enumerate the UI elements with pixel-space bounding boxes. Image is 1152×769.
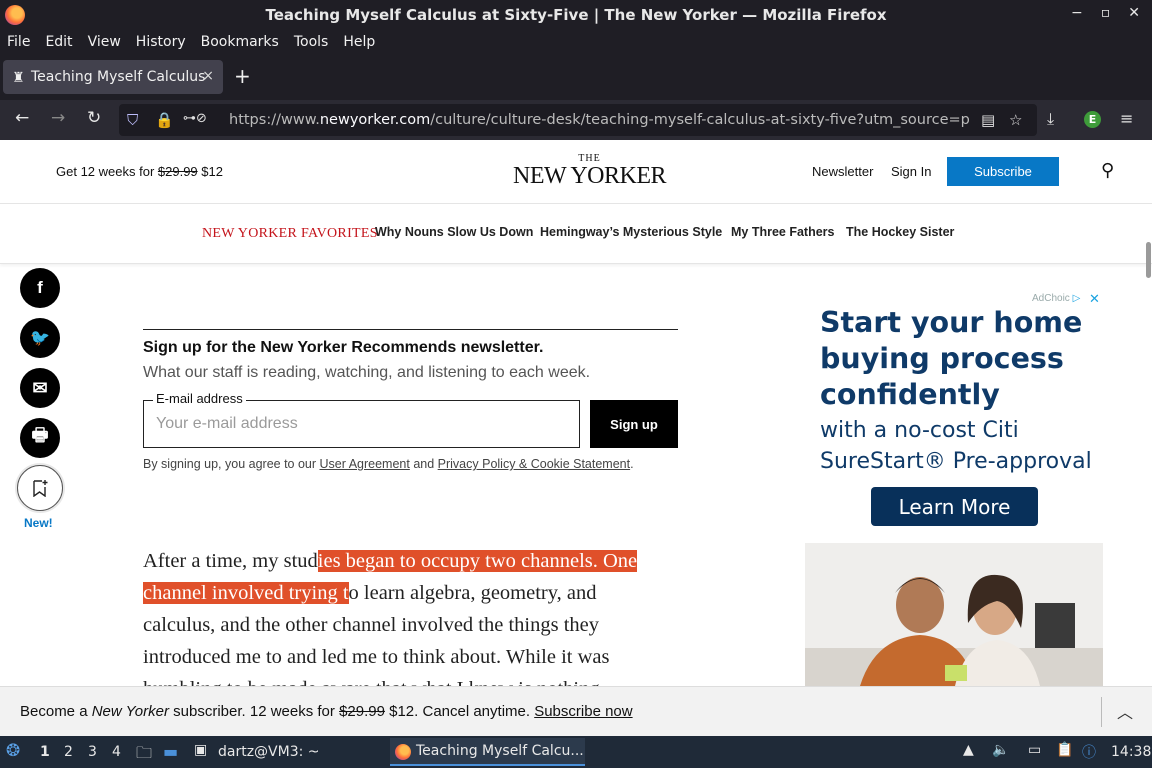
new-yorker-logo[interactable]: THE NEW YORKER [513,154,667,189]
tray-up-icon[interactable]: ▲ [963,742,974,758]
url-text[interactable]: https://www.newyorker.com/culture/cultur… [229,112,969,128]
newsletter-link[interactable]: Newsletter [812,164,873,179]
new-label: New! [24,516,53,530]
ad-learn-more-button[interactable]: Learn More [871,487,1038,526]
navigation-toolbar: ← → ↻ ⛉ 🔒 ⊶⊘ https://www.newyorker.com/c… [0,100,1152,140]
banner-divider [1101,697,1102,727]
firefox-task-icon [395,744,411,760]
ad-close-icon[interactable]: ✕ [1089,292,1100,307]
reader-view-icon[interactable]: ▤ [981,111,995,129]
window-controls: − ▫ ✕ [1071,5,1140,21]
newyorker-favicon-icon: ♜ [12,70,25,86]
notification-icon[interactable]: ⓘ [1082,742,1096,762]
site-header: Get 12 weeks for $29.99 $12 THE NEW YORK… [0,140,1152,204]
favorite-link[interactable]: The Hockey Sister [846,225,954,239]
adchoices-label[interactable]: AdChoic ▷ [1032,293,1080,304]
chevron-up-icon[interactable]: ︿ [1117,699,1133,723]
menu-tools[interactable]: Tools [294,34,329,50]
favorites-bar: NEW YORKER FAVORITES Why Nouns Slow Us D… [0,204,1152,264]
lock-icon[interactable]: 🔒 [155,111,174,129]
tab-label: Teaching Myself Calculus [31,69,206,85]
print-icon[interactable]: 🖶 [20,418,60,458]
minimize-button[interactable]: − [1071,5,1083,21]
menu-history[interactable]: History [136,34,186,50]
favorite-link[interactable]: My Three Fathers [731,225,835,239]
privacy-policy-link[interactable]: Privacy Policy & Cookie Statement [438,457,630,471]
user-agreement-link[interactable]: User Agreement [320,457,410,471]
url-bar[interactable]: ⛉ 🔒 ⊶⊘ https://www.newyorker.com/culture… [119,104,1037,136]
file-manager-icon[interactable]: 🗀 [136,742,152,769]
ad-subtext[interactable]: with a no-cost Citi SureStart® Pre-appro… [820,415,1100,477]
subscribe-banner-text: Become a New Yorker subscriber. 12 weeks… [20,703,633,720]
firefox-task-label: Teaching Myself Calcu... [416,743,584,759]
favorite-link[interactable]: Hemingway’s Mysterious Style [540,225,722,239]
menu-bar: File Edit View History Bookmarks Tools H… [0,30,1152,53]
twitter-share-icon[interactable]: 🐦 [20,318,60,358]
bookmark-plus-icon [33,480,48,497]
sign-in-link[interactable]: Sign In [891,164,931,179]
sign-up-button[interactable]: Sign up [590,400,678,448]
hamburger-menu-icon[interactable]: ≡ [1120,109,1133,128]
shield-icon[interactable]: ⛉ [127,111,138,129]
facebook-share-icon[interactable]: f [20,268,60,308]
save-bookmark-button[interactable] [17,465,63,511]
tab-active[interactable]: ♜ Teaching Myself Calculus × [3,60,223,94]
workspace-4[interactable]: 4 [112,744,121,760]
web-page: Get 12 weeks for $29.99 $12 THE NEW YORK… [0,140,1152,686]
clock[interactable]: 14:38 [1111,744,1151,760]
firefox-task[interactable]: Teaching Myself Calcu... [390,738,585,766]
page-scrollbar[interactable] [1146,242,1151,278]
header-promo[interactable]: Get 12 weeks for $29.99 $12 [56,164,223,179]
newsletter-divider [143,329,678,330]
ad-photo[interactable] [805,543,1103,686]
forward-arrow-icon[interactable]: → [51,108,65,128]
terminal-task[interactable]: dartz@VM3: ~ [218,744,320,760]
tab-strip: ♜ Teaching Myself Calculus × + [0,53,1152,100]
email-share-icon[interactable]: ✉ [20,368,60,408]
window-title: Teaching Myself Calculus at Sixty-Five |… [265,6,887,24]
window-titlebar: Teaching Myself Calculus at Sixty-Five |… [0,0,1152,30]
firefox-logo-icon [5,5,25,25]
newsletter-title: Sign up for the New Yorker Recommends ne… [143,339,544,356]
permissions-icon[interactable]: ⊶⊘ [183,111,207,126]
workspace-1[interactable]: 1 [40,744,50,760]
favorites-title: NEW YORKER FAVORITES [202,226,378,241]
email-field-label: E-mail address [153,391,246,406]
back-arrow-icon[interactable]: ← [15,108,29,128]
desktop-icon[interactable]: ▬ [163,742,178,761]
display-icon[interactable]: ▭ [1028,742,1041,758]
subscribe-button[interactable]: Subscribe [947,157,1059,186]
workspace-3[interactable]: 3 [88,744,97,760]
terminal-icon[interactable]: ▣ [194,742,207,758]
menu-bookmarks[interactable]: Bookmarks [201,34,279,50]
menu-help[interactable]: Help [343,34,375,50]
menu-edit[interactable]: Edit [45,34,72,50]
subscribe-now-link[interactable]: Subscribe now [534,703,632,720]
maximize-button[interactable]: ▫ [1101,5,1111,21]
newsletter-legal: By signing up, you agree to our User Agr… [143,457,634,471]
article-paragraph: After a time, my studies began to occupy… [143,550,638,686]
menu-file[interactable]: File [7,34,30,50]
taskbar: ❂ 1 2 3 4 🗀 ▬ ▣ dartz@VM3: ~ Teaching My… [0,736,1152,768]
search-icon[interactable]: ⚲ [1101,160,1114,181]
menu-view[interactable]: View [88,34,121,50]
subscribe-banner: Become a New Yorker subscriber. 12 weeks… [0,686,1152,736]
workspace-2[interactable]: 2 [64,744,73,760]
favorite-link[interactable]: Why Nouns Slow Us Down [375,225,533,239]
start-menu-icon[interactable]: ❂ [6,741,20,761]
extension-icon[interactable]: E [1084,111,1101,128]
ad-headline[interactable]: Start your home buying process confident… [820,305,1090,413]
reload-icon[interactable]: ↻ [87,108,101,128]
close-window-button[interactable]: ✕ [1128,5,1140,21]
downloads-icon[interactable]: ⤓ [1047,109,1054,129]
volume-icon[interactable]: 🔈 [992,742,1009,758]
new-tab-button[interactable]: + [234,64,251,88]
bookmark-star-icon[interactable]: ☆ [1009,111,1022,129]
tab-close-icon[interactable]: × [202,68,214,84]
couple-photo-image [805,543,1103,686]
clipboard-icon[interactable]: 📋 [1056,742,1073,758]
newsletter-subtitle: What our staff is reading, watching, and… [143,364,591,381]
email-placeholder[interactable]: Your e-mail address [156,415,298,433]
